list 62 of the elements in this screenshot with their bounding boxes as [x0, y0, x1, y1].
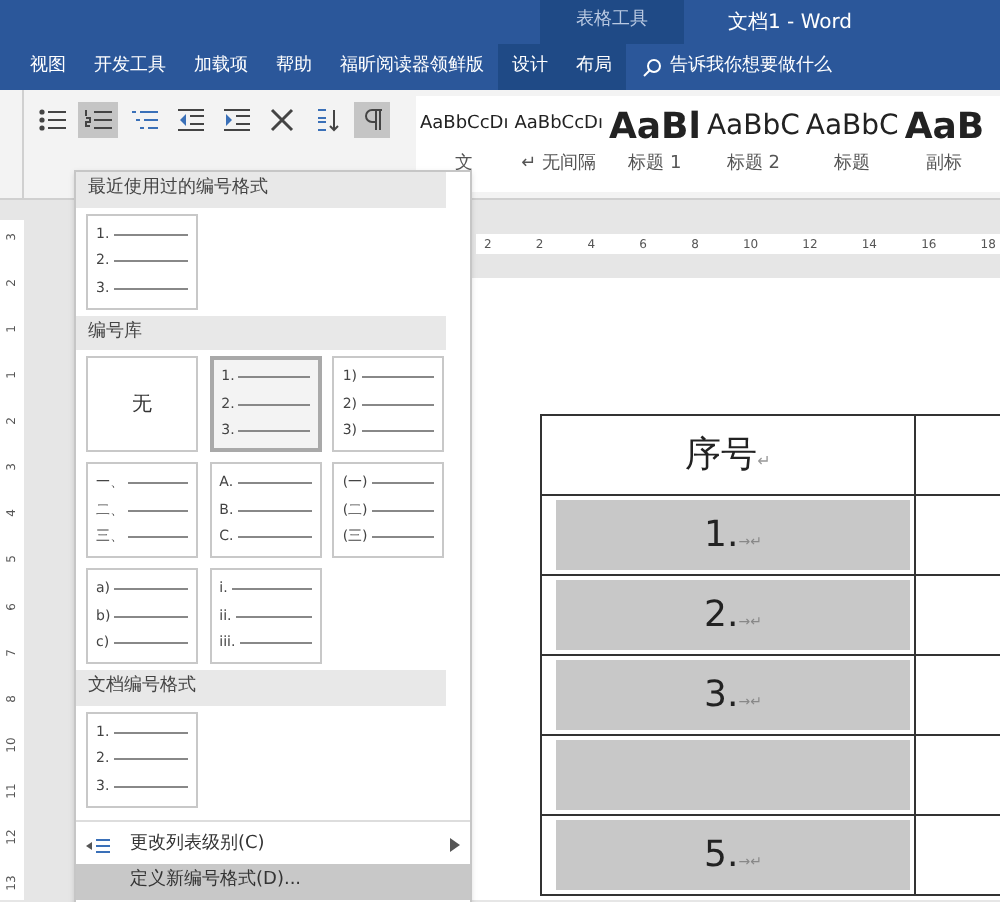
- ribbon-tab[interactable]: 福昕阅读器领鲜版: [326, 44, 498, 90]
- ribbon-tab[interactable]: 加载项: [180, 44, 262, 90]
- text-line: [361, 376, 435, 378]
- numbering-format-tile[interactable]: 无: [86, 356, 198, 452]
- style-item[interactable]: AaB 副标: [904, 96, 985, 192]
- text-line: [114, 615, 188, 617]
- text-line: [371, 482, 435, 484]
- text-line: [371, 536, 435, 538]
- tell-me-field[interactable]: 告诉我你想要做什么: [642, 53, 832, 81]
- tile-label: 无: [132, 391, 152, 419]
- table-header-cell: 序号↵: [541, 415, 915, 495]
- text-line: [113, 233, 188, 235]
- text-line: [361, 430, 435, 432]
- text-line: [113, 758, 188, 760]
- text-line: [113, 642, 188, 644]
- text-line: [113, 287, 188, 289]
- menu-section-header: 文档编号格式: [76, 670, 446, 705]
- text-line: [238, 403, 310, 405]
- text-line: [113, 731, 188, 733]
- ribbon-tab[interactable]: 视图: [16, 44, 80, 90]
- menu-item[interactable]: 定义新编号格式(D)...: [76, 863, 470, 899]
- multilevel-list-icon: [130, 108, 158, 132]
- sort-icon: [314, 108, 342, 132]
- paragraph-mark-icon: [360, 108, 384, 132]
- numbered-list-icon: [84, 108, 112, 132]
- text-line: [238, 430, 310, 432]
- text-line: [237, 536, 312, 538]
- text-line: [237, 482, 312, 484]
- menu-section-header: 编号库: [76, 315, 446, 350]
- ribbon-tab[interactable]: 开发工具: [80, 44, 180, 90]
- context-tab-group: 表格工具: [540, 0, 684, 44]
- menu-section-header: 最近使用过的编号格式: [76, 172, 446, 207]
- bullet-list-icon: [38, 108, 66, 132]
- window-title: 文档1 - Word: [728, 9, 853, 37]
- increase-indent-icon: [222, 108, 250, 132]
- style-item[interactable]: AaBbC 标题 2: [706, 96, 800, 192]
- text-line: [114, 588, 188, 590]
- text-line: [128, 536, 188, 538]
- toolbar-button[interactable]: [354, 102, 390, 138]
- menu-item[interactable]: 更改列表级别(C): [76, 827, 470, 863]
- text-line: [231, 588, 312, 590]
- search-icon: [642, 57, 662, 77]
- style-item[interactable]: AaBbC 标题: [805, 96, 899, 192]
- text-line: [371, 509, 435, 511]
- text-line: [128, 482, 188, 484]
- text-line: [238, 376, 310, 378]
- decrease-indent-icon: [176, 108, 204, 132]
- style-item[interactable]: AaBl 标题 1: [608, 96, 701, 192]
- submenu-arrow-icon: [450, 838, 460, 852]
- toolbar-button[interactable]: [78, 102, 118, 138]
- text-line: [128, 509, 188, 511]
- ribbon-tab[interactable]: 设计: [498, 44, 562, 90]
- ribbon-tab[interactable]: 帮助: [262, 44, 326, 90]
- text-line: [361, 403, 435, 405]
- style-item[interactable]: AaBbCcDı ↵ 无间隔: [514, 96, 603, 192]
- text-line: [239, 642, 312, 644]
- ribbon-tab[interactable]: 布局: [562, 44, 626, 90]
- text-line: [235, 615, 312, 617]
- list-level-icon: [86, 835, 110, 855]
- text-line: [113, 260, 188, 262]
- text-line: [113, 785, 188, 787]
- text-line: [237, 509, 312, 511]
